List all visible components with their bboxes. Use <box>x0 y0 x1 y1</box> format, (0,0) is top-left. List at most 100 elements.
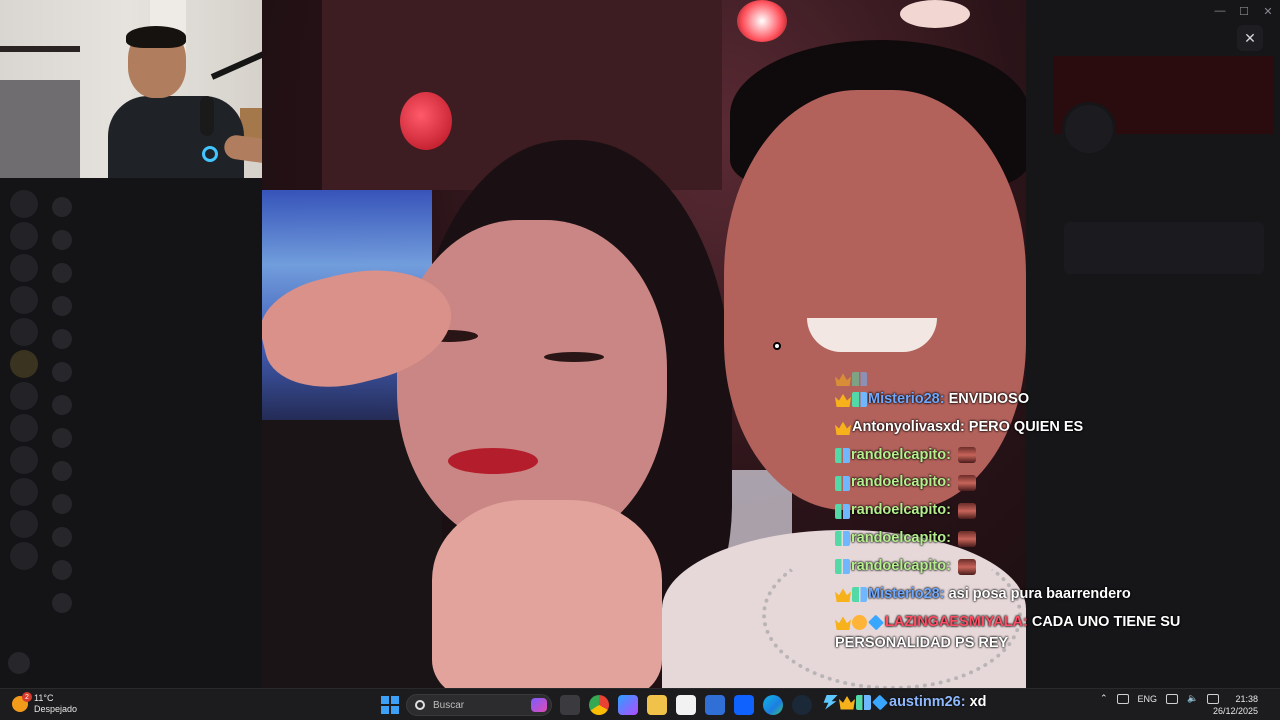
dm-item[interactable] <box>52 223 252 256</box>
task-view-icon[interactable] <box>560 695 580 715</box>
server-icon[interactable] <box>10 414 38 442</box>
dm-item[interactable] <box>52 454 252 487</box>
mail-icon[interactable] <box>705 695 725 715</box>
chat-text: xd <box>969 694 987 710</box>
language-indicator[interactable]: ENG <box>1138 694 1158 704</box>
avatar <box>52 592 72 613</box>
chat-username: austinm26: <box>889 694 966 710</box>
emote-icon <box>957 475 976 492</box>
grid-badge-icon <box>835 531 850 547</box>
chat-message: randoelcapito: <box>835 525 1195 553</box>
chat-message: Antonyolivasxd: PERO QUIEN ES <box>835 414 1195 442</box>
avatar <box>52 262 72 283</box>
server-icon[interactable] <box>10 318 38 346</box>
mouse-cursor <box>773 342 781 350</box>
dm-item[interactable] <box>52 355 252 388</box>
dm-item[interactable] <box>52 289 252 322</box>
dm-item[interactable] <box>52 421 252 454</box>
user-panel <box>8 648 254 678</box>
copilot-icon[interactable] <box>531 698 547 712</box>
stream-chat-overlay: Misterio28: ENVIDIOSO Antonyolivasxd: PERO … <box>835 372 1195 657</box>
minimize-icon[interactable]: — <box>1208 0 1232 22</box>
sub-badge-icon <box>852 372 867 386</box>
mask-badge-icon <box>852 615 867 631</box>
dm-item[interactable] <box>52 487 252 520</box>
close-overlay-button[interactable]: ✕ <box>1237 25 1263 51</box>
emote-icon <box>957 530 976 547</box>
dropbox-icon[interactable] <box>734 695 754 715</box>
crown-badge-icon <box>835 588 851 602</box>
crown-badge-icon <box>835 373 851 386</box>
chat-message: randoelcapito: <box>835 442 1195 470</box>
grid-badge-icon <box>852 392 867 408</box>
chat-text: asi posa pura baarrendero <box>948 585 1131 602</box>
server-icon[interactable] <box>10 510 38 538</box>
photo-guy-smile <box>807 318 937 352</box>
server-icon[interactable] <box>10 254 38 282</box>
avatar <box>52 361 72 382</box>
emote-icon <box>957 447 976 464</box>
maximize-icon[interactable]: ☐ <box>1232 0 1256 22</box>
bed <box>0 80 80 178</box>
microphone <box>200 96 214 136</box>
steam-icon[interactable] <box>792 695 812 715</box>
grid-badge-icon <box>835 503 850 519</box>
volume-icon[interactable]: 🔈 <box>1187 693 1198 704</box>
photo-peace-hand <box>432 500 662 688</box>
grid-badge-icon <box>835 447 850 463</box>
dm-item[interactable] <box>52 256 252 289</box>
dm-item[interactable] <box>52 388 252 421</box>
avatar[interactable] <box>8 652 30 674</box>
weather-widget[interactable]: 2 11°C Despejado <box>12 692 77 715</box>
display-icon[interactable] <box>1166 693 1179 704</box>
streamer-body <box>108 96 244 178</box>
store-icon[interactable] <box>676 695 696 715</box>
chat-message: randoelcapito: <box>835 469 1195 497</box>
file-explorer-icon[interactable] <box>647 695 667 715</box>
clock[interactable]: 21:38 26/12/2025 <box>1213 693 1258 717</box>
server-icon[interactable] <box>10 190 38 218</box>
dm-item[interactable] <box>52 553 252 586</box>
server-icon[interactable] <box>10 222 38 250</box>
taskbar-search[interactable]: Buscar <box>406 694 552 716</box>
chat-message <box>835 372 1195 386</box>
profile-card <box>1064 222 1264 274</box>
dm-item[interactable] <box>52 520 252 553</box>
streamer-hair <box>126 26 186 48</box>
server-icon[interactable] <box>10 286 38 314</box>
chat-message: randoelcapito: <box>835 497 1195 525</box>
copilot-app-icon[interactable] <box>618 695 638 715</box>
crown-badge-icon <box>835 393 851 408</box>
start-button[interactable] <box>381 696 399 714</box>
network-icon[interactable] <box>1116 693 1129 704</box>
crown-badge-icon <box>839 696 855 710</box>
photo-girl-eye <box>544 352 604 362</box>
chrome-icon[interactable] <box>589 695 609 715</box>
chat-message-last: austinm26: xd <box>822 694 986 710</box>
grid-badge-icon <box>835 559 850 575</box>
avatar <box>52 493 72 514</box>
server-icon[interactable] <box>10 350 38 378</box>
chat-username: Misterio28: <box>868 585 945 602</box>
dm-item[interactable] <box>52 586 252 619</box>
server-icon[interactable] <box>10 542 38 570</box>
dm-item[interactable] <box>52 322 252 355</box>
edge-icon[interactable] <box>763 695 783 715</box>
crown-badge-icon <box>835 616 851 631</box>
avatar <box>52 460 72 481</box>
clock-date: 26/12/2025 <box>1212 706 1258 716</box>
cube-badge-icon <box>872 694 888 710</box>
window-close-icon[interactable]: ✕ <box>1256 0 1280 22</box>
dm-item[interactable] <box>52 190 252 223</box>
profile-avatar[interactable] <box>1062 102 1116 156</box>
taskbar: 2 11°C Despejado Buscar ⌃ ENG 🔈 21:38 26… <box>0 688 1280 720</box>
chevron-up-icon[interactable]: ⌃ <box>1100 693 1108 704</box>
emote-icon <box>957 503 976 520</box>
dm-list <box>52 190 252 619</box>
server-icon[interactable] <box>10 382 38 410</box>
server-icon[interactable] <box>10 478 38 506</box>
chat-username: Antonyolivasxd: <box>852 418 965 435</box>
headset-light <box>202 146 218 162</box>
server-icon[interactable] <box>10 446 38 474</box>
avatar <box>52 196 72 217</box>
